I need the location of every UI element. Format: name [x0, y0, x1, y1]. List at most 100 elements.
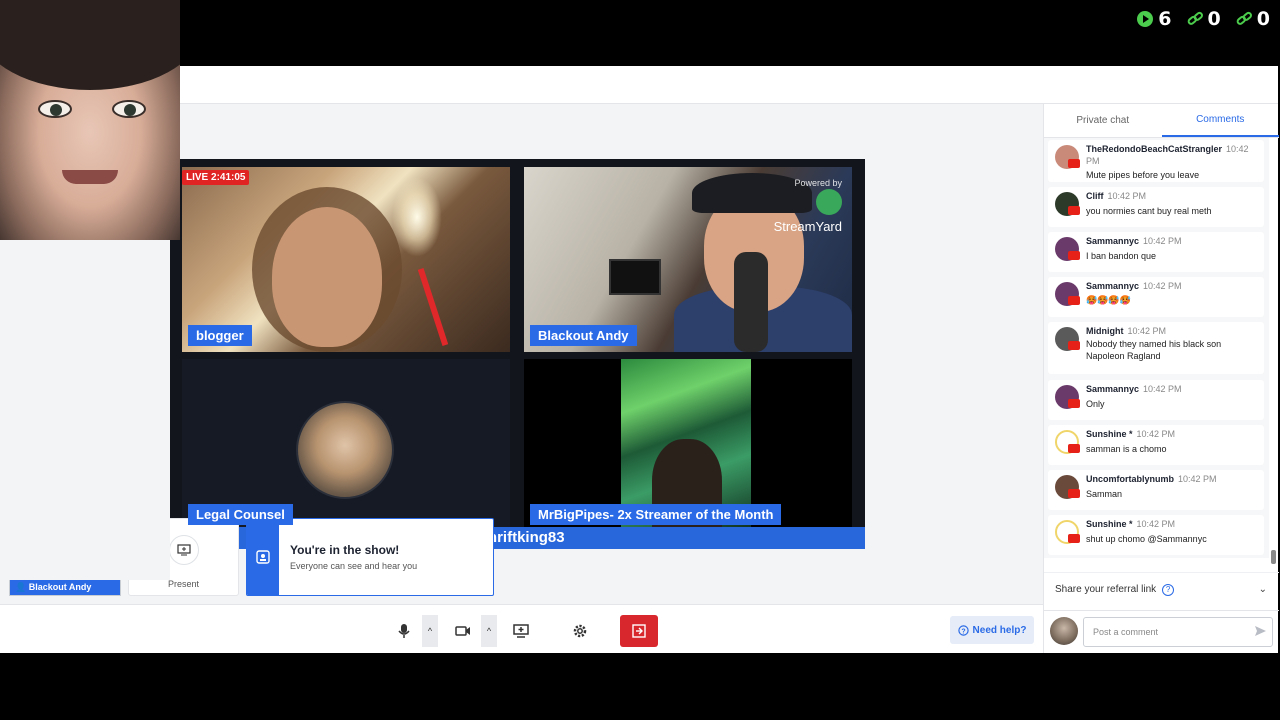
participant-tile-mrbigpipes[interactable]: MrBigPipes- 2x Streamer of the Month	[524, 359, 852, 531]
comment-text: I ban bandon que	[1086, 251, 1157, 261]
webcam-hair	[0, 0, 180, 90]
send-icon[interactable]	[1254, 625, 1267, 637]
toast-title: You're in the show!	[290, 543, 400, 557]
svg-text:?: ?	[961, 628, 965, 635]
toast-icon-bar	[247, 519, 279, 595]
comment-time: 10:42 PM	[1178, 474, 1217, 484]
microphone-options-caret[interactable]: ^	[422, 615, 438, 647]
comment-author-name: Midnight	[1086, 326, 1124, 336]
participant-tile-legal-counsel[interactable]: Legal Counsel	[182, 359, 510, 531]
comment-author-name: Sunshine *	[1086, 519, 1133, 529]
link-icon	[1187, 11, 1203, 25]
app-header	[0, 66, 1278, 104]
youtube-icon	[1068, 341, 1080, 350]
video-camera-icon	[455, 626, 470, 636]
referral-label: Share your referral link	[1055, 584, 1157, 595]
blank-side-area	[0, 306, 170, 580]
comment-time: 10:42 PM	[1136, 519, 1176, 529]
comment-time: 10:42 PM	[1107, 191, 1147, 201]
streamyard-brand: StreamYard	[773, 219, 842, 235]
leave-studio-button[interactable]	[620, 615, 658, 647]
chevron-down-icon[interactable]: ⌄	[1259, 584, 1267, 595]
share-screen-button[interactable]	[505, 615, 537, 647]
video-face	[272, 207, 382, 347]
comment-item: Sammannyc 10:42 PM 🥵🥵🥵🥵	[1048, 277, 1264, 317]
need-help-button[interactable]: ? Need help?	[950, 616, 1034, 644]
red-stick	[417, 268, 449, 346]
live-timer-badge: LIVE 2:41:05	[182, 170, 250, 185]
chevron-up-icon: ^	[486, 626, 492, 636]
tab-comments[interactable]: Comments	[1161, 104, 1279, 137]
comment-author: Sammannyc 10:42 PM	[1086, 281, 1182, 291]
comment-item: Uncomfortablynumb 10:42 PM Samman	[1048, 470, 1264, 510]
participant-avatar	[296, 401, 394, 499]
comment-text: Samman	[1086, 489, 1123, 499]
settings-button[interactable]	[564, 615, 596, 647]
comment-author: Midnight 10:42 PM	[1086, 326, 1166, 336]
tab-private-chat[interactable]: Private chat	[1044, 104, 1162, 137]
help-icon[interactable]: ?	[1162, 583, 1175, 596]
help-icon: ?	[957, 624, 969, 636]
comments-list: TheRedondoBeachCatStrangler 10:42 PM Mute…	[1044, 138, 1269, 558]
webcam-left-eye	[38, 100, 72, 118]
chat-panel: Private chat Comments TheRedondoBeachCat…	[1043, 104, 1279, 653]
self-camera-namebar: 👤 Blackout Andy	[10, 580, 120, 595]
comment-text: Only	[1086, 399, 1105, 409]
comment-time-wrap: PM	[1086, 156, 1100, 166]
comment-item: Sammannyc 10:42 PM I ban bandon que	[1048, 232, 1264, 272]
camera-options-caret[interactable]: ^	[481, 615, 497, 647]
post-comment-input[interactable]: Post a comment	[1083, 617, 1273, 647]
link-icon	[1236, 11, 1252, 25]
comment-time: 10:42 PM	[1143, 236, 1182, 246]
counter-plays-value: 6	[1158, 8, 1172, 30]
broadcast-stage: LIVE 2:41:05 blogger Powered by StreamYa…	[170, 159, 865, 549]
streamyard-app: LIVE 2:41:05 blogger Powered by StreamYa…	[0, 66, 1279, 653]
screen-share-icon	[177, 544, 191, 556]
comment-time: 10:42 PM	[1127, 326, 1167, 336]
counter-links-2: 0	[1235, 8, 1270, 30]
comments-scrollbar[interactable]	[1270, 144, 1276, 564]
tile-name-label: blogger	[188, 325, 252, 346]
comment-text: samman is a chomo	[1086, 444, 1167, 454]
comment-item: Sunshine * 10:42 PM shut up chomo @Samman…	[1048, 515, 1264, 555]
youtube-icon	[1068, 206, 1080, 215]
comment-time: 10:42 PM	[1143, 281, 1182, 291]
self-camera-name: Blackout Andy	[28, 582, 92, 592]
streamyard-duck-icon	[816, 188, 842, 215]
gear-icon	[573, 624, 587, 638]
person-icon: 👤	[15, 582, 29, 592]
participant-tile-blogger[interactable]: blogger	[182, 167, 510, 352]
counter-links-1-value: 0	[1207, 8, 1221, 30]
screen-share-icon	[513, 624, 529, 638]
referral-link-row[interactable]: Share your referral link ? ⌄	[1044, 572, 1279, 606]
youtube-icon	[1068, 489, 1080, 498]
user-avatar	[1050, 617, 1078, 645]
comment-author-name: Sammannyc	[1086, 236, 1140, 246]
bottom-black-bar	[0, 653, 1280, 720]
mute-microphone-button[interactable]	[388, 615, 420, 647]
camera-toggle-button[interactable]	[447, 615, 479, 647]
post-comment-row: Post a comment	[1044, 610, 1279, 653]
comment-time: 10:42 PM	[1136, 429, 1176, 439]
comment-author-name: Cliff	[1086, 191, 1104, 201]
exit-icon	[632, 624, 646, 638]
youtube-icon	[1068, 399, 1080, 408]
webcam-mouth	[62, 170, 118, 184]
chevron-up-icon: ^	[427, 626, 433, 636]
comment-author: Sunshine * 10:42 PM	[1086, 429, 1175, 439]
toast-subtitle: Everyone can see and hear you	[290, 561, 418, 571]
participant-tile-blackout-andy[interactable]: Powered by StreamYard Blackout Andy	[524, 167, 852, 352]
comment-author-name: Sammannyc	[1086, 281, 1140, 291]
screen-root: { "overlay_counters": [ {"icon": "play-i…	[0, 0, 1280, 720]
comment-time: 10:42 PM	[1143, 384, 1182, 394]
comment-text: you normies cant buy real meth	[1086, 206, 1212, 216]
comment-text: Nobody they named his black son Napoleon…	[1086, 339, 1222, 361]
tile-name-label: Blackout Andy	[530, 325, 637, 346]
studio-microphone	[734, 252, 768, 352]
scrollbar-thumb[interactable]	[1271, 550, 1276, 564]
comment-author-name: TheRedondoBeachCatStrangler	[1086, 144, 1223, 154]
present-button[interactable]	[169, 535, 199, 565]
comment-author-name: Sunshine *	[1086, 429, 1133, 439]
comment-item: Midnight 10:42 PM Nobody they named his b…	[1048, 322, 1264, 374]
youtube-icon	[1068, 296, 1080, 305]
